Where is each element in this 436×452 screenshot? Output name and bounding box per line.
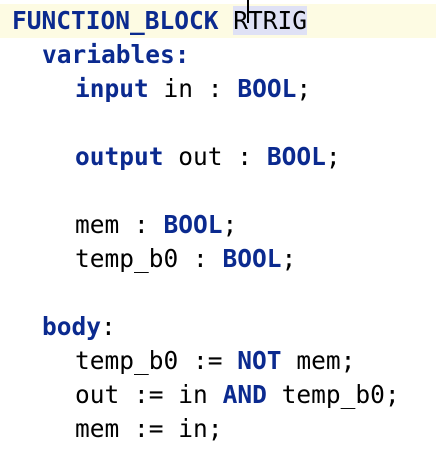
code-line-mem-decl[interactable]: mem : BOOL;: [75, 208, 237, 242]
code-line-variables[interactable]: variables:: [42, 38, 190, 72]
operand-temp-b0: temp_b0: [281, 380, 385, 409]
code-editor[interactable]: FUNCTION_BLOCK RTRIG variables: input in…: [0, 0, 436, 452]
assign-operator: :=: [119, 380, 179, 409]
statement-terminator: ;: [222, 210, 238, 239]
operand-mem: mem: [296, 346, 341, 375]
assign-target-out: out: [75, 380, 120, 409]
name-part-before-caret: R: [233, 6, 249, 35]
decl-separator: :: [119, 210, 164, 239]
code-line-mem-assign[interactable]: mem := in;: [75, 412, 223, 446]
var-name-mem: mem: [75, 210, 120, 239]
type-bool: BOOL: [266, 142, 326, 171]
assign-operator: :=: [178, 346, 238, 375]
type-bool: BOOL: [222, 244, 282, 273]
body-colon: :: [101, 312, 116, 341]
var-name-in: in: [163, 74, 194, 103]
statement-terminator: ;: [325, 142, 341, 171]
code-line-not-stmt[interactable]: temp_b0 := NOT mem;: [75, 344, 355, 378]
decl-separator: :: [193, 74, 238, 103]
var-name-temp-b0: temp_b0: [75, 244, 179, 273]
keyword-function-block: FUNCTION_BLOCK: [12, 6, 219, 35]
name-part-after-caret: TRIG: [248, 6, 308, 35]
statement-terminator: ;: [281, 244, 297, 273]
statement-terminator: ;: [296, 74, 312, 103]
code-line-output-decl[interactable]: output out : BOOL;: [75, 140, 341, 174]
code-line-function-block[interactable]: FUNCTION_BLOCK RTRIG: [0, 0, 436, 38]
code-line-temp-decl[interactable]: temp_b0 : BOOL;: [75, 242, 296, 276]
variables-colon: :: [174, 40, 190, 69]
function-block-name[interactable]: RTRIG: [233, 0, 308, 35]
var-name-out: out: [178, 142, 223, 171]
assign-target-mem: mem: [75, 414, 120, 443]
code-line-body[interactable]: body:: [42, 310, 116, 344]
type-bool: BOOL: [237, 74, 297, 103]
code-line-input-decl[interactable]: input in : BOOL;: [75, 72, 311, 106]
assign-operator: :=: [119, 414, 179, 443]
code-line-and-stmt[interactable]: out := in AND temp_b0;: [75, 378, 400, 412]
keyword-input: input: [75, 74, 149, 103]
keyword-body: body: [42, 312, 102, 341]
keyword-output: output: [75, 142, 164, 171]
decl-separator: :: [222, 142, 267, 171]
statement-terminator: ;: [340, 346, 356, 375]
type-bool: BOOL: [163, 210, 223, 239]
keyword-variables: variables: [42, 40, 175, 69]
assign-target-temp-b0: temp_b0: [75, 346, 179, 375]
statement-terminator: ;: [207, 414, 223, 443]
keyword-and: AND: [222, 380, 267, 409]
operand-in: in: [178, 380, 208, 409]
keyword-not: NOT: [237, 346, 282, 375]
operand-in: in: [178, 414, 208, 443]
statement-terminator: ;: [384, 380, 400, 409]
decl-separator: :: [178, 244, 223, 273]
